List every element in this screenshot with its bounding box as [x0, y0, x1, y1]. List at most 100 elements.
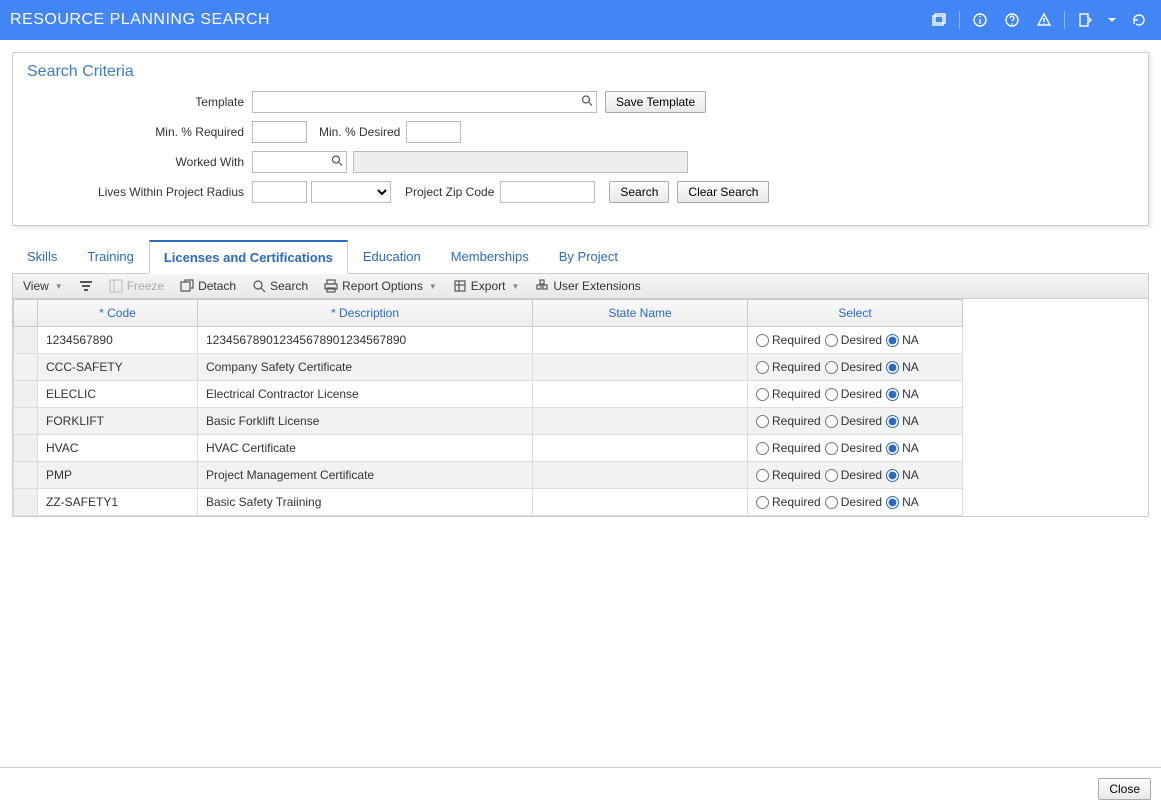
template-input[interactable] [252, 91, 597, 113]
radio-required[interactable] [756, 334, 769, 347]
radio-desired[interactable] [825, 496, 838, 509]
tab-by-project[interactable]: By Project [544, 240, 633, 274]
row-handle[interactable] [14, 354, 38, 381]
radio-na[interactable] [886, 496, 899, 509]
warning-icon[interactable] [1032, 8, 1056, 32]
chevron-down-icon: ▼ [429, 282, 437, 291]
extensions-icon [535, 279, 549, 293]
radio-na[interactable] [886, 415, 899, 428]
radio-na[interactable] [886, 361, 899, 374]
cell-select: Required Desired NA [748, 354, 963, 381]
min-desired-input[interactable] [406, 121, 461, 143]
table-row[interactable]: 1234567890123456789012345678901234567890… [14, 327, 963, 354]
radius-unit-select[interactable] [311, 181, 391, 203]
radio-desired[interactable] [825, 388, 838, 401]
row-handle[interactable] [14, 489, 38, 516]
radio-desired[interactable] [825, 334, 838, 347]
toolbar-export-label: Export [471, 279, 506, 293]
radio-na[interactable] [886, 334, 899, 347]
row-handle[interactable] [14, 435, 38, 462]
toolbar-view[interactable]: View ▼ [23, 279, 63, 293]
chevron-down-icon: ▼ [55, 282, 63, 291]
radio-desired[interactable] [825, 415, 838, 428]
header-bar: RESOURCE PLANNING SEARCH [0, 0, 1161, 40]
footer-bar: Close [0, 767, 1161, 810]
zip-label: Project Zip Code [405, 185, 494, 199]
tab-education[interactable]: Education [348, 240, 436, 274]
table-row[interactable]: ELECLICElectrical Contractor License Req… [14, 381, 963, 408]
radius-value-input[interactable] [252, 181, 307, 203]
toolbar-user-extensions[interactable]: User Extensions [535, 279, 640, 293]
row-handle[interactable] [14, 381, 38, 408]
toolbar-report-options[interactable]: Report Options ▼ [324, 279, 437, 293]
radio-na-label: NA [902, 441, 919, 455]
radio-desired-label: Desired [841, 360, 882, 374]
refresh-icon[interactable] [1127, 8, 1151, 32]
radio-na[interactable] [886, 388, 899, 401]
table-toolbar: View ▼ Freeze Detach Search [12, 274, 1149, 299]
radio-required-label: Required [772, 360, 821, 374]
table-row[interactable]: ZZ-SAFETY1Basic Safety Traiining Require… [14, 489, 963, 516]
toolbar-freeze[interactable]: Freeze [109, 279, 164, 293]
radio-required[interactable] [756, 442, 769, 455]
cell-code: CCC-SAFETY [38, 354, 198, 381]
detach-icon [180, 279, 194, 293]
toolbar-search[interactable]: Search [252, 279, 308, 293]
close-button[interactable]: Close [1098, 778, 1151, 800]
row-handle[interactable] [14, 327, 38, 354]
tab-training[interactable]: Training [72, 240, 148, 274]
toolbar-filter[interactable] [79, 279, 93, 293]
edit-icon[interactable] [1073, 8, 1097, 32]
help-icon[interactable] [1000, 8, 1024, 32]
table-row[interactable]: CCC-SAFETYCompany Safety Certificate Req… [14, 354, 963, 381]
table-row[interactable]: FORKLIFTBasic Forklift License Required … [14, 408, 963, 435]
radio-desired-label: Desired [841, 468, 882, 482]
cell-description: Basic Forklift License [198, 408, 533, 435]
radio-required[interactable] [756, 415, 769, 428]
min-required-input[interactable] [252, 121, 307, 143]
radio-required[interactable] [756, 496, 769, 509]
toolbar-detach[interactable]: Detach [180, 279, 236, 293]
toolbar-ext-label: User Extensions [553, 279, 640, 293]
radio-required[interactable] [756, 361, 769, 374]
page-title: RESOURCE PLANNING SEARCH [10, 11, 270, 29]
table-row[interactable]: HVACHVAC Certificate Required Desired NA [14, 435, 963, 462]
cell-code: ZZ-SAFETY1 [38, 489, 198, 516]
tab-licenses[interactable]: Licenses and Certifications [149, 240, 348, 274]
tab-skills[interactable]: Skills [12, 240, 72, 274]
col-code[interactable]: * Code [38, 300, 198, 327]
radio-na[interactable] [886, 442, 899, 455]
info-icon[interactable] [968, 8, 992, 32]
dropdown-icon[interactable] [1105, 8, 1119, 32]
tab-memberships[interactable]: Memberships [436, 240, 544, 274]
clear-search-button[interactable]: Clear Search [677, 181, 769, 203]
radius-label: Lives Within Project Radius [27, 185, 252, 199]
col-description[interactable]: * Description [198, 300, 533, 327]
radio-required[interactable] [756, 388, 769, 401]
search-button[interactable]: Search [609, 181, 669, 203]
radio-required[interactable] [756, 469, 769, 482]
search-criteria-panel: Search Criteria Template Save Template M… [12, 52, 1149, 226]
cell-description: Project Management Certificate [198, 462, 533, 489]
col-select[interactable]: Select [748, 300, 963, 327]
toolbar-export[interactable]: Export ▼ [453, 279, 520, 293]
radio-na[interactable] [886, 469, 899, 482]
radio-desired[interactable] [825, 442, 838, 455]
cell-code: HVAC [38, 435, 198, 462]
row-handle[interactable] [14, 462, 38, 489]
cell-select: Required Desired NA [748, 408, 963, 435]
save-template-button[interactable]: Save Template [605, 91, 706, 113]
table-row[interactable]: PMPProject Management Certificate Requir… [14, 462, 963, 489]
radio-desired[interactable] [825, 469, 838, 482]
cell-select: Required Desired NA [748, 462, 963, 489]
cell-state [533, 381, 748, 408]
radio-na-label: NA [902, 333, 919, 347]
windows-icon[interactable] [927, 8, 951, 32]
row-handle[interactable] [14, 408, 38, 435]
worked-with-input[interactable] [252, 151, 347, 173]
col-state[interactable]: State Name [533, 300, 748, 327]
zip-input[interactable] [500, 181, 595, 203]
separator [1064, 11, 1065, 29]
cell-state [533, 408, 748, 435]
radio-desired[interactable] [825, 361, 838, 374]
